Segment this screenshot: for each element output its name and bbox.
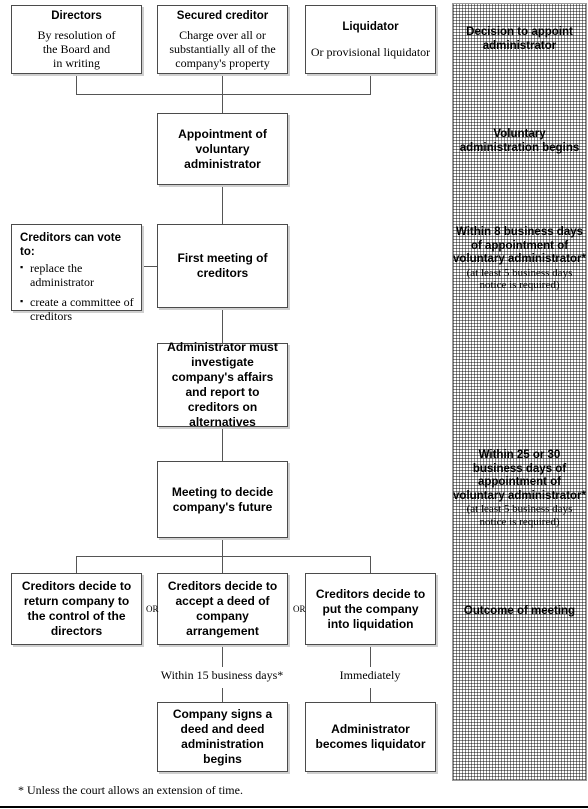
- timeline-sidebar: Decision to appoint administrator Volunt…: [452, 3, 587, 781]
- edge-label-within-15-days: Within 15 business days*: [160, 668, 284, 682]
- connector-deed-down-upper: [222, 645, 223, 667]
- node-directors[interactable]: Directors By resolution of the Board and…: [11, 5, 142, 74]
- node-administrator-investigate[interactable]: Administrator must investigate company's…: [157, 340, 288, 429]
- node-administrator-investigate-title: Administrator must investigate company's…: [167, 340, 278, 429]
- node-outcome-deed-title: Creditors decide to accept a deed of com…: [167, 579, 278, 638]
- node-directors-body: By resolution of the Board and in writin…: [37, 28, 116, 70]
- connector-administrator-to-meeting: [222, 427, 223, 461]
- node-outcome-return-to-directors[interactable]: Creditors decide to return company to th…: [11, 573, 142, 645]
- flowchart-page: Directors By resolution of the Board and…: [0, 0, 588, 809]
- node-outcome-liquidation[interactable]: Creditors decide to put the company into…: [305, 573, 436, 645]
- sidebar-stage-decision-to-appoint: Decision to appoint administrator: [466, 26, 573, 52]
- sidebar-stage-within-25-30-days: Within 25 or 30 business days of appoint…: [453, 449, 586, 528]
- timeline-sidebar-inner: Decision to appoint administrator Volunt…: [453, 4, 586, 780]
- node-company-signs-deed-title: Company signs a deed and deed administra…: [172, 707, 273, 766]
- connector-liquidation-down-lower: [370, 688, 371, 702]
- node-liquidator-body: Or provisional liquidator: [310, 45, 431, 59]
- node-appointment-title: Appointment of voluntary administrator: [178, 126, 267, 171]
- node-creditors-can-vote-heading: Creditors can vote to:: [20, 232, 121, 258]
- connector-bus-to-return: [76, 556, 77, 573]
- node-liquidator[interactable]: Liquidator Or provisional liquidator: [305, 5, 436, 74]
- connector-liquidator-down: [370, 74, 371, 94]
- sidebar-stage-voluntary-administration-begins: Voluntary administration begins: [459, 128, 580, 154]
- creditors-vote-list: replace the administrator create a commi…: [20, 260, 134, 323]
- node-directors-title: Directors: [51, 10, 102, 22]
- node-administrator-becomes-liquidator-title: Administrator becomes liquidator: [315, 722, 426, 751]
- connector-deed-down-lower: [222, 688, 223, 702]
- connector-bus-to-liquidation: [370, 556, 371, 573]
- node-creditors-can-vote[interactable]: Creditors can vote to: replace the admin…: [11, 224, 142, 323]
- node-company-signs-deed[interactable]: Company signs a deed and deed administra…: [157, 702, 288, 772]
- connector-meeting-down: [222, 538, 223, 556]
- node-appointment[interactable]: Appointment of voluntary administrator: [157, 113, 288, 185]
- connector-top-bus: [76, 94, 371, 95]
- connector-vote-to-first-meeting: [142, 266, 158, 267]
- node-outcome-return-title: Creditors decide to return company to th…: [21, 579, 132, 638]
- node-first-meeting[interactable]: First meeting of creditors: [157, 224, 288, 308]
- node-administrator-becomes-liquidator[interactable]: Administrator becomes liquidator: [305, 702, 436, 772]
- sidebar-stage-within-8-days-main: Within 8 business days of appointment of…: [453, 226, 586, 265]
- node-meeting-to-decide[interactable]: Meeting to decide company's future: [157, 461, 288, 538]
- connector-first-meeting-to-administrator: [222, 308, 223, 343]
- node-secured-creditor[interactable]: Secured creditor Charge over all or subs…: [157, 5, 288, 74]
- node-first-meeting-title: First meeting of creditors: [177, 251, 268, 280]
- node-outcome-liquidation-title: Creditors decide to put the company into…: [315, 586, 426, 631]
- connector-liquidation-down-upper: [370, 645, 371, 667]
- connector-directors-down: [76, 74, 77, 94]
- node-secured-creditor-body: Charge over all or substantially all of …: [169, 28, 276, 70]
- node-liquidator-title: Liquidator: [342, 21, 399, 33]
- sidebar-stage-within-8-days: Within 8 business days of appointment of…: [453, 226, 586, 292]
- sidebar-stage-within-8-days-sub: (at least 5 business days notice is requ…: [466, 266, 573, 292]
- node-meeting-to-decide-title: Meeting to decide company's future: [171, 484, 274, 514]
- node-secured-creditor-title: Secured creditor: [176, 10, 269, 22]
- edge-label-immediately: Immediately: [339, 668, 401, 682]
- list-item: replace the administrator: [20, 260, 134, 289]
- connector-outcome-bus: [76, 556, 371, 557]
- or-label-left: OR: [146, 604, 159, 614]
- bottom-rule: [0, 806, 588, 808]
- node-outcome-deed-of-company-arrangement[interactable]: Creditors decide to accept a deed of com…: [157, 573, 288, 645]
- sidebar-stage-within-25-30-days-main: Within 25 or 30 business days of appoint…: [453, 449, 586, 502]
- footnote-text: * Unless the court allows an extension o…: [18, 783, 243, 797]
- sidebar-stage-outcome-of-meeting: Outcome of meeting: [463, 605, 576, 617]
- list-item: create a committee of creditors: [20, 294, 134, 323]
- connector-appointment-to-first-meeting: [222, 185, 223, 224]
- sidebar-stage-within-25-30-days-sub: (at least 5 business days notice is requ…: [466, 503, 573, 528]
- connector-bus-to-deed: [222, 556, 223, 573]
- or-label-right: OR: [293, 604, 306, 614]
